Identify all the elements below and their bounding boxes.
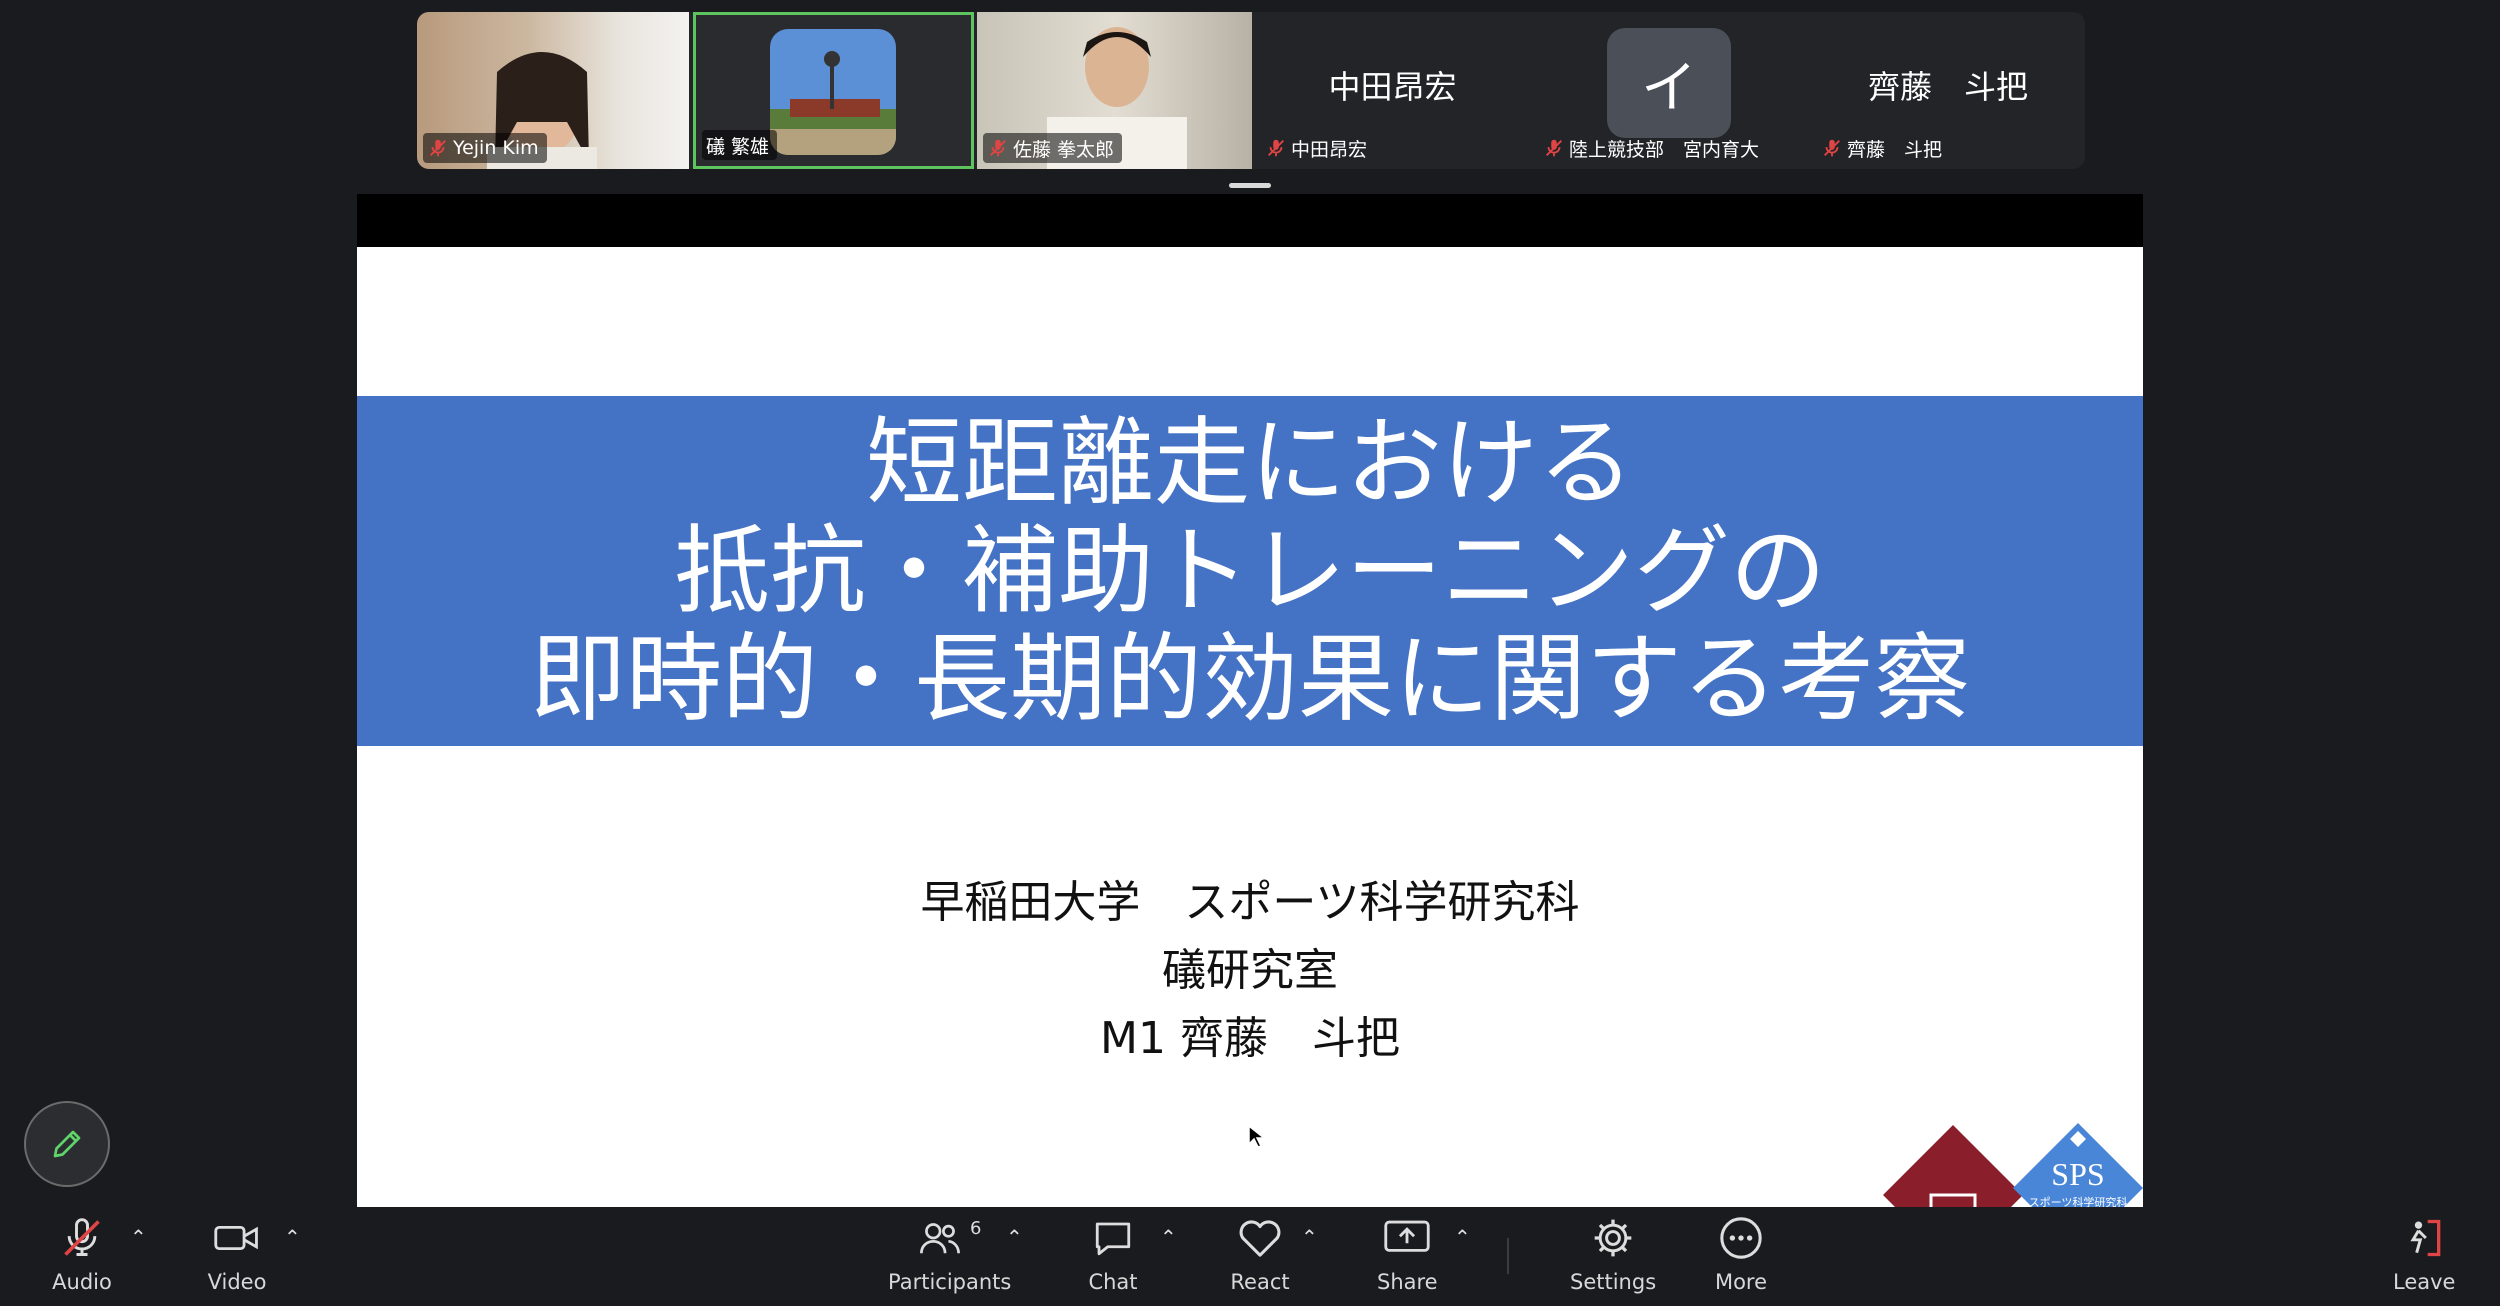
video-label: Video (207, 1270, 267, 1294)
pencil-icon (53, 1130, 81, 1158)
participants-icon (919, 1223, 960, 1254)
more-label: More (1714, 1270, 1768, 1294)
settings-label: Settings (1570, 1270, 1657, 1294)
toolbar-divider (1507, 1238, 1509, 1274)
mouse-cursor-icon (1248, 1124, 1267, 1148)
share-button[interactable]: Share (1377, 1210, 1438, 1306)
slide-title-band: 短距離走における 抵抗・補助トレーニングの 即時的・長期的効果に関する考察 (357, 396, 2143, 746)
mic-muted-icon (1546, 139, 1562, 157)
audio-options-caret[interactable]: ⌃ (130, 1225, 147, 1249)
participant-name: Yejin Kim (453, 137, 539, 159)
participants-label: Participants (888, 1270, 1012, 1294)
university-logo (1883, 1125, 2023, 1207)
participant-display-name: 齊藤 斗把 (1867, 68, 2028, 106)
leave-label: Leave (2393, 1270, 2456, 1294)
slide-top-bar (357, 194, 2143, 247)
more-icon (1720, 1217, 1762, 1259)
participant-tile-5[interactable]: イ 陸上競技部 宮内育大 (1533, 12, 1808, 169)
chat-options-caret[interactable]: ⌃ (1160, 1225, 1177, 1249)
chat-button[interactable]: Chat (1083, 1210, 1143, 1306)
settings-button[interactable]: Settings (1570, 1210, 1656, 1306)
mic-muted-icon (1268, 139, 1284, 157)
mic-muted-icon (430, 139, 446, 157)
react-options-caret[interactable]: ⌃ (1301, 1225, 1318, 1249)
participant-name: 中田昂宏 (1291, 138, 1368, 161)
slide-title-line-1: 短距離走における (866, 407, 1634, 519)
mic-muted-icon (1824, 139, 1840, 157)
svg-text:スポーツ科学研究科: スポーツ科学研究科 (2029, 1195, 2128, 1207)
chat-icon (1095, 1222, 1131, 1256)
participant-strip: Yejin Kim 礒 繁雄 佐藤 拳太郎 中田昂宏 中田昂宏 イ 陸上競技部 … (417, 12, 2085, 169)
participants-count: 6 (969, 1218, 982, 1239)
camera-icon (214, 1225, 258, 1251)
mic-muted-icon (990, 139, 1006, 157)
heart-icon (1239, 1220, 1281, 1257)
slide-affiliation: 早稲田大学 スポーツ科学研究科 (920, 877, 1580, 928)
participant-name-tag: 中田昂宏 (1261, 133, 1375, 163)
participants-options-caret[interactable]: ⌃ (1006, 1225, 1023, 1249)
svg-text:SPS: SPS (2051, 1156, 2104, 1192)
video-button[interactable]: Video (207, 1210, 267, 1306)
participant-tile-4[interactable]: 中田昂宏 中田昂宏 (1255, 12, 1530, 169)
participant-name: 齊藤 斗把 (1847, 138, 1943, 161)
react-button[interactable]: React (1230, 1210, 1290, 1306)
share-options-caret[interactable]: ⌃ (1454, 1225, 1471, 1249)
react-label: React (1230, 1270, 1290, 1294)
gear-icon (1594, 1219, 1632, 1257)
audio-label: Audio (52, 1270, 112, 1294)
participants-button[interactable]: 6 Participants (888, 1210, 1011, 1306)
participant-tile-3[interactable]: 佐藤 拳太郎 (977, 12, 1252, 169)
leave-icon (2410, 1219, 2441, 1257)
participant-name-tag: 齊藤 斗把 (1817, 133, 1950, 163)
chat-label: Chat (1088, 1270, 1138, 1294)
participant-name: 陸上競技部 宮内育大 (1569, 138, 1760, 161)
leave-button[interactable]: Leave (2393, 1210, 2455, 1306)
video-options-caret[interactable]: ⌃ (284, 1225, 301, 1249)
participant-tile-6[interactable]: 齊藤 斗把 齊藤 斗把 (1811, 12, 2085, 169)
participant-tile-2[interactable]: 礒 繁雄 (693, 12, 974, 169)
participant-name-tag: 陸上競技部 宮内育大 (1539, 133, 1767, 163)
participant-tile-1[interactable]: Yejin Kim (417, 12, 689, 169)
annotate-button[interactable] (24, 1101, 110, 1187)
slide-lab: 礒研究室 (1162, 945, 1338, 996)
participant-name: 佐藤 拳太郎 (1013, 138, 1115, 161)
participant-name: 礒 繁雄 (706, 135, 770, 158)
participant-display-name: 中田昂宏 (1328, 68, 1457, 106)
participant-name-tag: 佐藤 拳太郎 (983, 133, 1123, 163)
more-button[interactable]: More (1711, 1210, 1771, 1306)
participant-name-tag: 礒 繁雄 (702, 130, 778, 160)
participant-avatar: イ (1607, 28, 1731, 138)
audio-button[interactable]: Audio (52, 1210, 112, 1306)
share-label: Share (1377, 1270, 1438, 1294)
participant-avatar-photo (770, 29, 896, 155)
slide-title-line-3: 即時的・長期的効果に関する考察 (530, 623, 1970, 735)
participant-name-tag: Yejin Kim (423, 133, 547, 163)
slide-author: M1 齊藤 斗把 (1100, 1013, 1400, 1064)
sps-logo: SPS スポーツ科学研究科 (2013, 1123, 2143, 1207)
share-icon (1384, 1220, 1430, 1252)
slide-title-line-2: 抵抗・補助トレーニングの (674, 515, 1826, 627)
mic-muted-icon (64, 1218, 100, 1256)
shared-screen: 短距離走における 抵抗・補助トレーニングの 即時的・長期的効果に関する考察 早稲… (357, 194, 2143, 1207)
strip-drag-handle[interactable] (1229, 183, 1271, 188)
